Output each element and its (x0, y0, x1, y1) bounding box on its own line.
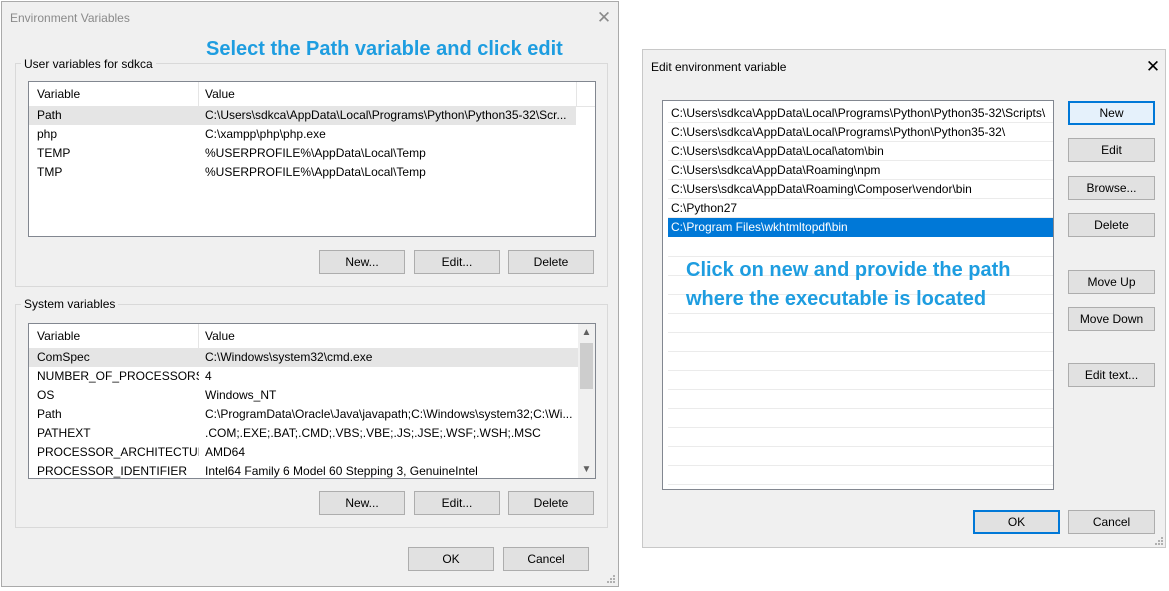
system-variables-list[interactable]: Variable Value ComSpec C:\Windows\system3… (28, 323, 596, 479)
close-icon: ✕ (596, 7, 612, 27)
environment-variables-window: Environment Variables ✕ Select the Path … (1, 1, 619, 587)
new-button[interactable]: New (1068, 101, 1155, 125)
variable-name-cell: php (37, 127, 58, 141)
variable-value-cell: Windows_NT (205, 388, 277, 402)
variable-name-cell: Path (37, 108, 62, 122)
table-row[interactable]: TMP %USERPROFILE%\AppData\Local\Temp (29, 163, 576, 182)
table-row[interactable]: PATHEXT .COM;.EXE;.BAT;.CMD;.VBS;.VBE;.JS… (29, 424, 578, 443)
variable-value-cell: AMD64 (205, 445, 246, 459)
user-edit-button[interactable]: Edit... (414, 250, 500, 274)
user-variables-list[interactable]: Variable Value Path C:\Users\sdkca\AppDat… (28, 81, 596, 237)
edit-text-button[interactable]: Edit text... (1068, 363, 1155, 387)
table-row[interactable]: NUMBER_OF_PROCESSORS 4 (29, 367, 578, 386)
table-row[interactable]: PROCESSOR_IDENTIFIER Intel64 Family 6 Mod… (29, 462, 578, 478)
column-header-variable[interactable]: Variable (31, 324, 199, 348)
empty-list-row[interactable] (668, 389, 1053, 390)
close-button[interactable]: ✕ (1143, 56, 1163, 76)
edit-button[interactable]: Edit (1068, 138, 1155, 162)
system-edit-button[interactable]: Edit... (414, 491, 500, 515)
variable-value-cell: C:\ProgramData\Oracle\Java\javapath;C:\W… (205, 407, 573, 421)
empty-list-row[interactable] (668, 427, 1053, 428)
user-delete-button[interactable]: Delete (508, 250, 594, 274)
cancel-button[interactable]: Cancel (1068, 510, 1155, 534)
system-new-button[interactable]: New... (319, 491, 405, 515)
empty-list-row[interactable] (668, 351, 1053, 352)
table-row[interactable]: php C:\xampp\php\php.exe (29, 125, 576, 144)
table-row[interactable]: Path C:\ProgramData\Oracle\Java\javapath;… (29, 405, 578, 424)
empty-list-row[interactable] (668, 408, 1053, 409)
system-delete-button[interactable]: Delete (508, 491, 594, 515)
ok-button[interactable]: OK (973, 510, 1060, 534)
variable-name-cell: PROCESSOR_IDENTIFIER (37, 464, 188, 478)
annotation-click-new-line1: Click on new and provide the path (686, 259, 1011, 281)
variable-value-cell: C:\Users\sdkca\AppData\Local\Programs\Py… (205, 108, 567, 122)
variable-name-cell: OS (37, 388, 55, 402)
user-variables-label: User variables for sdkca (21, 57, 156, 71)
move-up-button[interactable]: Move Up (1068, 270, 1155, 294)
scrollbar-thumb[interactable] (580, 343, 593, 389)
variable-name-cell: PATHEXT (37, 426, 91, 440)
path-entry[interactable]: C:\Users\sdkca\AppData\Local\Programs\Py… (668, 104, 1053, 123)
user-new-button[interactable]: New... (319, 250, 405, 274)
path-entry[interactable]: C:\Users\sdkca\AppData\Roaming\npm (668, 161, 1053, 180)
edit-environment-variable-window: Edit environment variable ✕ C:\Users\sdk… (642, 49, 1166, 548)
path-entry[interactable]: C:\Users\sdkca\AppData\Roaming\Composer\… (668, 180, 1053, 199)
window-title: Edit environment variable (651, 60, 787, 74)
variable-value-cell: Intel64 Family 6 Model 60 Stepping 3, Ge… (205, 464, 478, 478)
window-title: Environment Variables (10, 11, 130, 25)
table-row[interactable]: Path C:\Users\sdkca\AppData\Local\Program… (29, 106, 576, 125)
variable-name-cell: PROCESSOR_ARCHITECTURE (37, 445, 199, 459)
empty-list-row[interactable] (668, 484, 1053, 485)
move-down-button[interactable]: Move Down (1068, 307, 1155, 331)
close-icon: ✕ (1145, 56, 1161, 76)
column-header-variable[interactable]: Variable (31, 82, 199, 106)
table-row[interactable]: ComSpec C:\Windows\system32\cmd.exe (29, 348, 578, 367)
variable-value-cell: %USERPROFILE%\AppData\Local\Temp (205, 165, 426, 179)
chevron-up-icon[interactable]: ▲ (578, 324, 595, 341)
table-row[interactable]: OS Windows_NT (29, 386, 578, 405)
delete-button[interactable]: Delete (1068, 213, 1155, 237)
table-row[interactable]: TEMP %USERPROFILE%\AppData\Local\Temp (29, 144, 576, 163)
variable-name-cell: TMP (37, 165, 63, 179)
close-button[interactable]: ✕ (594, 7, 614, 27)
variable-name-cell: Path (37, 407, 62, 421)
variable-name-cell: NUMBER_OF_PROCESSORS (37, 369, 199, 383)
column-divider[interactable] (576, 82, 577, 106)
chevron-down-icon[interactable]: ▼ (578, 461, 595, 478)
path-entry[interactable]: C:\Users\sdkca\AppData\Local\Programs\Py… (668, 123, 1053, 142)
variable-value-cell: C:\Windows\system32\cmd.exe (205, 350, 373, 364)
path-entry[interactable]: C:\Program Files\wkhtmltopdf\bin (668, 218, 1053, 237)
system-variables-label: System variables (21, 297, 119, 311)
variable-value-cell: C:\xampp\php\php.exe (205, 127, 326, 141)
annotation-select-path: Select the Path variable and click edit (206, 38, 563, 60)
browse-button[interactable]: Browse... (1068, 176, 1155, 200)
path-entry[interactable]: C:\Users\sdkca\AppData\Local\atom\bin (668, 142, 1053, 161)
column-header-value[interactable]: Value (199, 324, 577, 348)
resize-grip-icon[interactable] (1154, 536, 1164, 546)
empty-list-row[interactable] (668, 446, 1053, 447)
table-row[interactable]: PROCESSOR_ARCHITECTURE AMD64 (29, 443, 578, 462)
empty-list-row[interactable] (668, 332, 1053, 333)
resize-grip-icon[interactable] (606, 574, 616, 584)
variable-name-cell: TEMP (37, 146, 71, 160)
variable-value-cell: 4 (205, 369, 212, 383)
empty-list-row[interactable] (668, 465, 1053, 466)
list-header: Variable Value (29, 82, 595, 107)
ok-button[interactable]: OK (408, 547, 494, 571)
path-entry[interactable]: C:\Python27 (668, 199, 1053, 218)
column-header-value[interactable]: Value (199, 82, 577, 106)
annotation-click-new-line2: where the executable is located (686, 288, 987, 310)
vertical-scrollbar[interactable]: ▲ ▼ (578, 324, 595, 478)
variable-name-cell: ComSpec (37, 350, 90, 364)
empty-list-row[interactable] (668, 370, 1053, 371)
variable-value-cell: %USERPROFILE%\AppData\Local\Temp (205, 146, 426, 160)
cancel-button[interactable]: Cancel (503, 547, 589, 571)
variable-value-cell: .COM;.EXE;.BAT;.CMD;.VBS;.VBE;.JS;.JSE;.… (205, 426, 541, 440)
list-header: Variable Value (29, 324, 578, 349)
